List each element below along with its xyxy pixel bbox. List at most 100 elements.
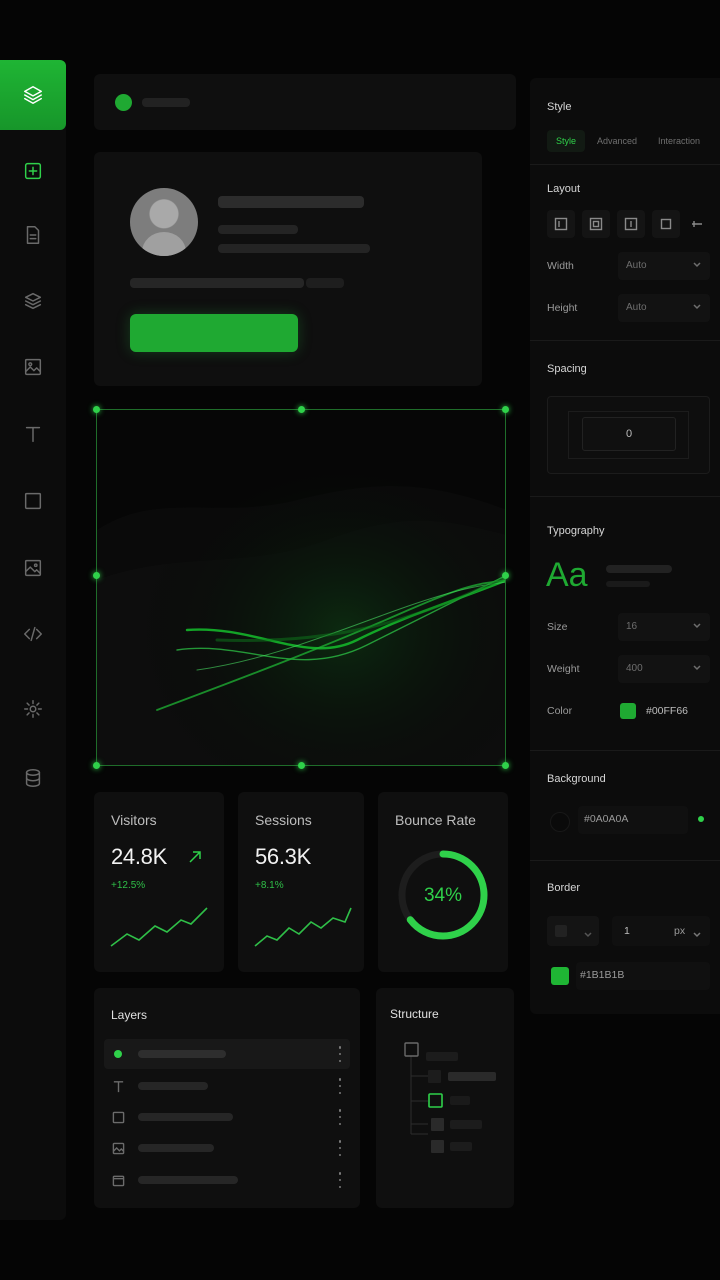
stat-label: Visitors [111, 812, 157, 828]
size-value: 16 [626, 621, 638, 632]
detail-placeholder [218, 244, 370, 253]
more-options-icon[interactable] [338, 1172, 342, 1188]
chevron-down-icon [692, 926, 702, 944]
border-color-swatch[interactable] [551, 967, 569, 985]
image-icon [110, 1140, 126, 1156]
code-icon[interactable] [0, 606, 66, 662]
typography-preview: Aa [546, 556, 588, 594]
layer-row[interactable] [104, 1071, 350, 1101]
database-icon[interactable] [0, 750, 66, 806]
box-icon[interactable] [0, 473, 66, 529]
background-indicator-dot [698, 816, 704, 822]
sparkline [110, 907, 208, 947]
box-icon [110, 1109, 126, 1125]
spacing-box-model[interactable]: 0 [547, 396, 710, 474]
typography-title: Typography [547, 525, 605, 537]
background-title: Background [547, 773, 606, 785]
selected-image-element[interactable] [96, 409, 506, 766]
dot-icon [110, 1046, 126, 1062]
layout-box-icon[interactable] [652, 210, 680, 238]
profile-card[interactable] [94, 152, 482, 386]
border-style-select[interactable] [547, 916, 599, 946]
spacing-title: Spacing [547, 363, 587, 375]
stat-card-visitors[interactable]: Visitors 24.8K +12.5% [94, 792, 224, 972]
title-placeholder [142, 98, 190, 107]
resize-handle-ml[interactable] [93, 572, 100, 579]
add-element-icon[interactable] [0, 143, 66, 199]
bounce-rate-value: 34% [423, 885, 463, 906]
stat-label: Bounce Rate [395, 812, 476, 828]
border-width-value: 1 [624, 925, 630, 937]
resize-handle-tm[interactable] [298, 406, 305, 413]
font-name-placeholder [606, 565, 672, 573]
layers-icon[interactable] [0, 273, 66, 329]
border-unit[interactable]: px [674, 925, 685, 937]
top-bar [94, 74, 516, 130]
weight-value: 400 [626, 663, 643, 674]
layers-stack-icon[interactable] [0, 60, 66, 130]
profile-action-button[interactable] [130, 314, 298, 352]
size-label: Size [547, 621, 568, 633]
stat-card-sessions[interactable]: Sessions 56.3K +8.1% [238, 792, 364, 972]
avatar [130, 188, 198, 256]
abstract-green-wave-image [97, 410, 505, 765]
resize-handle-tl[interactable] [93, 406, 100, 413]
background-color-swatch[interactable] [550, 812, 570, 832]
resize-handle-bl[interactable] [93, 762, 100, 769]
border-title: Border [547, 882, 581, 894]
chevron-down-icon [692, 301, 702, 311]
tab-interaction[interactable]: Interaction [658, 136, 700, 146]
border-color-value: #1B1B1B [580, 969, 625, 981]
stat-card-bounce-rate[interactable]: Bounce Rate 34% [378, 792, 508, 972]
layer-row[interactable] [104, 1039, 350, 1069]
tab-advanced[interactable]: Advanced [597, 136, 637, 146]
height-select[interactable]: Auto [618, 294, 710, 322]
layout-distribute-icon[interactable] [684, 210, 710, 238]
more-options-icon[interactable] [338, 1078, 342, 1094]
resize-handle-mr[interactable] [502, 572, 509, 579]
text-color-swatch[interactable] [620, 703, 636, 719]
stat-value: 24.8K [111, 844, 167, 869]
color-label: Color [547, 705, 573, 717]
subtitle-placeholder [218, 225, 298, 234]
layout-center-icon[interactable] [582, 210, 610, 238]
more-options-icon[interactable] [338, 1109, 342, 1125]
layout-columns-icon[interactable] [617, 210, 645, 238]
status-dot [115, 94, 132, 111]
weight-select[interactable]: 400 [618, 655, 710, 683]
media-icon[interactable] [0, 540, 66, 596]
description-placeholder [130, 278, 304, 288]
more-options-icon[interactable] [338, 1140, 342, 1156]
more-options-icon[interactable] [338, 1046, 342, 1062]
description-placeholder-2 [306, 278, 344, 288]
border-width-input[interactable]: 1 px [612, 916, 710, 946]
size-select[interactable]: 16 [618, 613, 710, 641]
layer-row[interactable] [104, 1102, 350, 1132]
resize-handle-tr[interactable] [502, 406, 509, 413]
chevron-down-icon [692, 259, 702, 269]
width-select[interactable]: Auto [618, 252, 710, 280]
resize-handle-br[interactable] [502, 762, 509, 769]
stat-delta: +8.1% [255, 880, 284, 891]
image-icon[interactable] [0, 339, 66, 395]
layer-label [138, 1113, 233, 1121]
layout-left-align-icon[interactable] [547, 210, 575, 238]
text-color-value[interactable]: #00FF66 [646, 705, 688, 717]
tab-style-label[interactable]: Style [556, 136, 576, 146]
settings-gear-icon[interactable] [0, 681, 66, 737]
chevron-down-icon [692, 620, 702, 630]
width-label: Width [547, 260, 574, 272]
layer-row[interactable] [104, 1165, 350, 1195]
layer-row[interactable] [104, 1133, 350, 1163]
width-value: Auto [626, 260, 647, 271]
layers-title: Layers [111, 1008, 148, 1022]
properties-panel: Style Style Advanced Interaction Layout … [530, 78, 720, 1014]
page-icon[interactable] [0, 207, 66, 263]
weight-label: Weight [547, 663, 580, 675]
resize-handle-bm[interactable] [298, 762, 305, 769]
text-icon[interactable] [0, 406, 66, 462]
spacing-value: 0 [625, 428, 633, 440]
layer-label [138, 1082, 208, 1090]
text-icon [110, 1078, 126, 1094]
panel-header: Style [547, 101, 572, 113]
